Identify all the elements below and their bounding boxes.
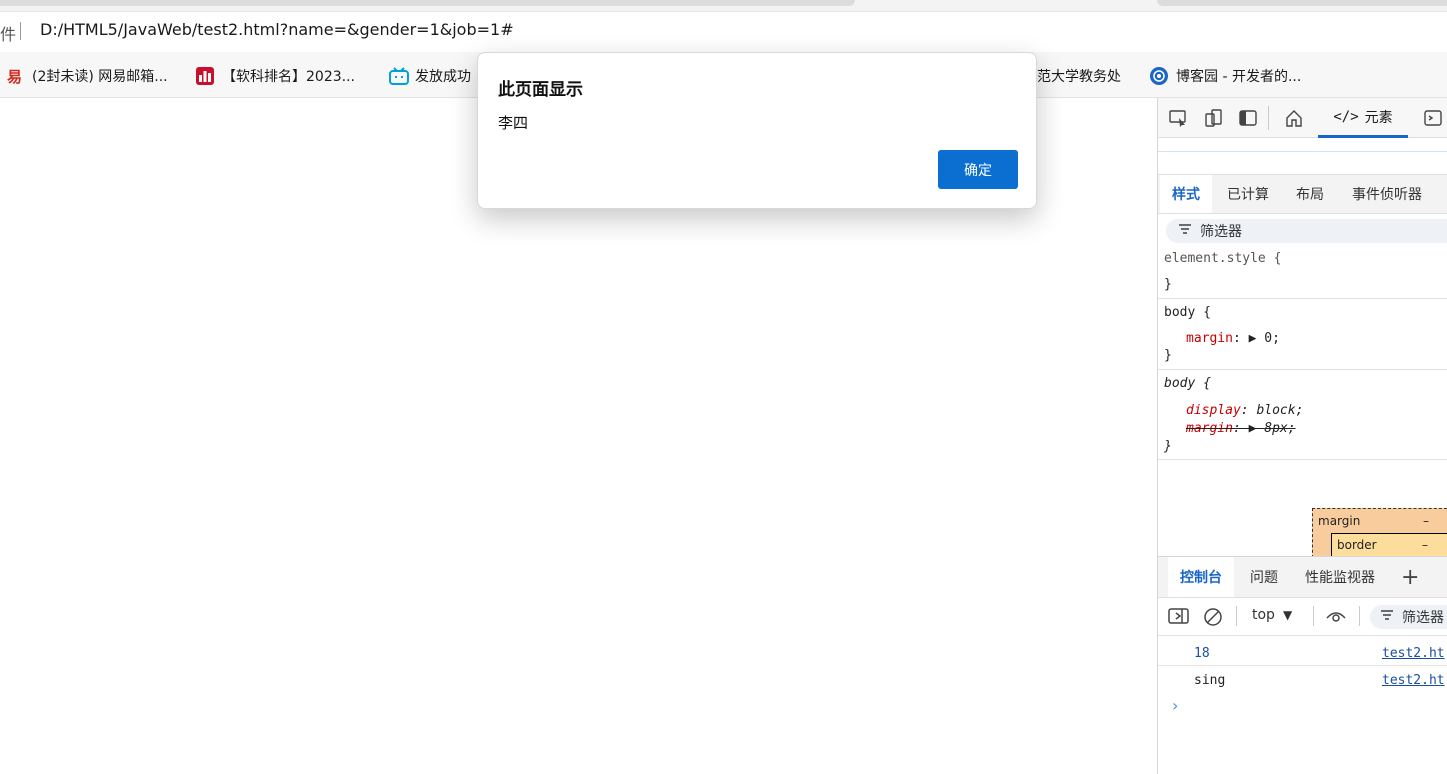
console-source-link[interactable]: test2.ht <box>1382 673 1445 688</box>
css-selector[interactable]: body { <box>1164 305 1211 320</box>
filter-icon <box>1178 223 1192 239</box>
code-icon: </> <box>1333 108 1359 125</box>
css-declaration: display: block; <box>1186 403 1304 418</box>
tab-styles[interactable]: 样式 <box>1160 175 1212 213</box>
expand-triangle-icon: ▶ <box>1248 421 1257 436</box>
cnblogs-icon <box>1150 67 1168 85</box>
context-label: top <box>1252 607 1275 623</box>
bilibili-icon <box>389 67 409 85</box>
console-filter-input[interactable]: 筛选器 <box>1370 605 1447 629</box>
tab-strip <box>0 0 1447 12</box>
drawer-tabs: 控制台 问题 性能监视器 + <box>1158 556 1447 598</box>
bookmark-label: 【软科排名】2023... <box>222 69 355 85</box>
tab-elements-label: 元素 <box>1364 109 1393 126</box>
devtools-panel: </> 元素 样式 已计算 布局 事件侦听器 筛选器 element.style… <box>1157 98 1447 774</box>
shanghairanking-icon <box>196 67 214 85</box>
alert-dialog: 此页面显示 李四 确定 <box>477 52 1037 209</box>
filter-label: 筛选器 <box>1200 224 1242 240</box>
css-selector[interactable]: element.style { <box>1164 251 1281 266</box>
address-divider <box>20 22 21 40</box>
bookmark-label: 发放成功 <box>415 69 471 85</box>
inspect-icon[interactable] <box>1168 108 1188 128</box>
console-message: 18 test2.ht <box>1158 640 1447 666</box>
url-input[interactable]: D:/HTML5/JavaWeb/test2.html?name=&gender… <box>40 20 514 39</box>
console-toolbar: top ▼ 筛选器 <box>1158 598 1447 636</box>
css-property: margin <box>1186 331 1233 346</box>
css-close-brace: } <box>1164 348 1172 363</box>
css-declaration[interactable]: margin: ▶ 0; <box>1186 331 1280 346</box>
dialog-message: 李四 <box>498 114 529 132</box>
tab-issues[interactable]: 问题 <box>1250 557 1278 597</box>
console-source-link[interactable]: test2.ht <box>1382 646 1445 661</box>
tab-performance-monitor[interactable]: 性能监视器 <box>1305 557 1375 597</box>
dom-tree-area <box>1158 138 1447 152</box>
expand-triangle-icon[interactable]: ▶ <box>1249 331 1257 346</box>
margin-value[interactable]: – <box>1423 514 1429 528</box>
bookmark-cnblogs[interactable]: 博客园 - 开发者的... <box>1150 66 1301 86</box>
tab-console[interactable]: 控制台 <box>1168 557 1234 597</box>
address-bar: 件 D:/HTML5/JavaWeb/test2.html?name=&gend… <box>0 12 1447 50</box>
toolbar-divider <box>1313 606 1314 626</box>
add-tab-icon[interactable]: + <box>1401 557 1419 597</box>
address-prefix: 件 <box>0 25 17 44</box>
live-expression-eye-icon[interactable] <box>1325 607 1347 625</box>
css-rule-body-user: body { margin: ▶ 0; } <box>1158 299 1447 370</box>
css-close-brace: } <box>1164 439 1172 454</box>
css-value: block; <box>1256 403 1304 418</box>
browser-tab[interactable] <box>0 0 855 6</box>
device-toolbar-icon[interactable] <box>1203 108 1223 128</box>
console-message: sing test2.ht <box>1158 667 1447 693</box>
console-prompt-chevron-icon[interactable]: › <box>1172 696 1178 715</box>
browser-tab[interactable] <box>1157 0 1447 6</box>
bookmark-bilibili[interactable]: 发放成功 <box>389 66 471 86</box>
filter-icon <box>1380 609 1394 625</box>
css-property: margin <box>1186 421 1233 436</box>
css-value: 8px; <box>1264 421 1296 436</box>
filter-label: 筛选器 <box>1402 610 1444 626</box>
tab-computed[interactable]: 已计算 <box>1227 175 1269 213</box>
css-property: display <box>1186 403 1241 418</box>
css-declaration-overridden: margin: ▶ 8px; <box>1186 421 1296 436</box>
css-value: 0; <box>1264 331 1280 346</box>
bookmark-university[interactable]: 范大学教务处 <box>1037 66 1121 86</box>
svg-text:易: 易 <box>7 68 22 85</box>
border-value[interactable]: – <box>1422 538 1428 552</box>
console-icon[interactable] <box>1423 108 1443 128</box>
console-message-text: sing <box>1194 673 1226 688</box>
caret-down-icon: ▼ <box>1282 608 1293 622</box>
styles-filter-input[interactable]: 筛选器 <box>1166 219 1447 243</box>
devtools-toolbar: </> 元素 <box>1158 98 1447 138</box>
border-label: border <box>1337 538 1377 552</box>
netease-mail-icon: 易 <box>6 67 24 86</box>
dialog-title: 此页面显示 <box>498 80 583 100</box>
bookmark-shanghairanking[interactable]: 【软科排名】2023... <box>196 66 355 86</box>
bookmark-label: (2封未读) 网易邮箱... <box>32 69 168 85</box>
clear-console-icon[interactable] <box>1203 607 1223 627</box>
styles-subtabs: 样式 已计算 布局 事件侦听器 <box>1158 174 1447 214</box>
css-close-brace: } <box>1164 277 1172 292</box>
css-selector: body { <box>1164 376 1211 391</box>
css-rule-element-style: element.style { } <box>1158 246 1447 299</box>
console-message-text: 18 <box>1194 646 1210 661</box>
context-selector[interactable]: top ▼ <box>1252 607 1292 623</box>
home-icon[interactable] <box>1284 108 1304 128</box>
tab-event-listeners[interactable]: 事件侦听器 <box>1352 175 1422 213</box>
bookmark-label: 范大学教务处 <box>1037 69 1121 85</box>
ok-button[interactable]: 确定 <box>938 150 1018 189</box>
tab-layout[interactable]: 布局 <box>1296 175 1324 213</box>
dock-side-icon[interactable] <box>1238 108 1258 128</box>
box-model-margin[interactable]: margin – border – <box>1312 508 1447 563</box>
toolbar-divider <box>1268 106 1269 130</box>
sidebar-toggle-icon[interactable] <box>1168 607 1190 625</box>
toolbar-divider <box>1236 606 1237 626</box>
bookmark-netease-mail[interactable]: 易 (2封未读) 网易邮箱... <box>6 66 168 86</box>
css-rule-body-useragent: body { display: block; margin: ▶ 8px; } <box>1158 370 1447 460</box>
margin-label: margin <box>1318 514 1361 528</box>
bookmark-label: 博客园 - 开发者的... <box>1176 69 1302 85</box>
tab-elements[interactable]: </> 元素 <box>1318 98 1408 138</box>
toolbar-divider <box>1359 606 1360 626</box>
